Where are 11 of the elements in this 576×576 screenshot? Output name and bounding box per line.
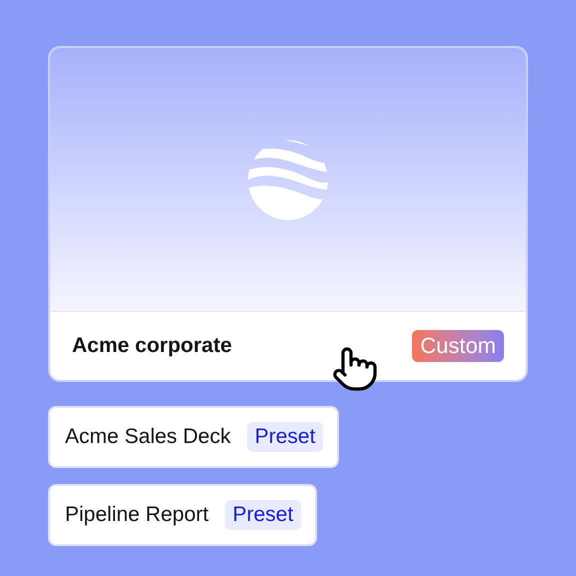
template-name: Acme corporate [72, 333, 232, 360]
template-badge: Custom [412, 330, 504, 362]
hand-cursor-icon [331, 345, 379, 393]
logo-icon [248, 140, 328, 220]
template-name: Acme Sales Deck [65, 424, 231, 450]
template-badge: Preset [246, 422, 324, 452]
template-row[interactable]: Acme Sales Deck Preset [48, 406, 340, 468]
template-row[interactable]: Pipeline Report Preset [48, 484, 318, 546]
template-card[interactable]: Acme corporate Custom [48, 46, 528, 382]
template-badge: Preset [224, 500, 302, 530]
template-name: Pipeline Report [65, 502, 209, 528]
